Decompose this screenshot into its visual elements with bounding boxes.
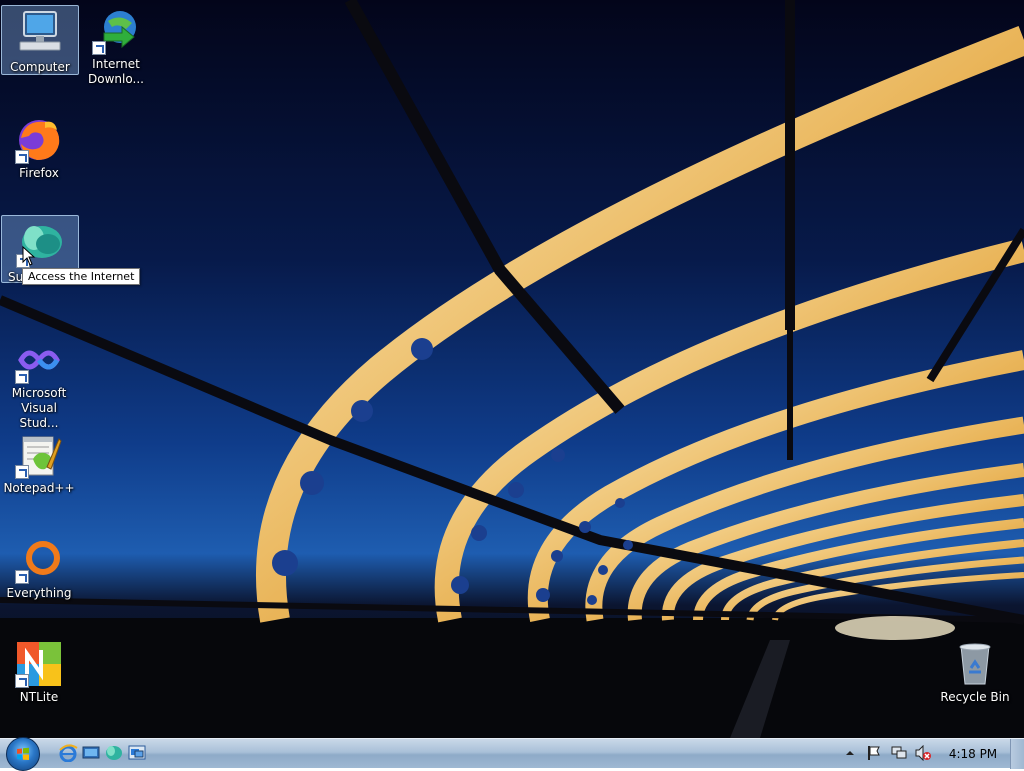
shortcut-arrow-icon — [15, 674, 29, 688]
desktop-icon-label: Computer — [10, 60, 70, 74]
internet-explorer-icon[interactable] — [58, 744, 78, 762]
shortcut-arrow-icon — [15, 465, 29, 479]
desktop-icon-computer[interactable]: Computer — [1, 5, 79, 75]
switch-windows-icon[interactable] — [127, 744, 147, 762]
desktop-icon-everything[interactable]: Everything — [0, 530, 78, 601]
start-button[interactable] — [6, 737, 40, 771]
action-center-flag-icon[interactable] — [866, 745, 882, 761]
shortcut-arrow-icon — [15, 370, 29, 384]
shortcut-arrow-icon — [92, 41, 106, 55]
shortcut-arrow-icon — [15, 150, 29, 164]
desktop-icon-visual-studio[interactable]: Microsoft Visual Stud... — [0, 330, 78, 431]
wallpaper — [0, 0, 1024, 738]
taskbar-clock[interactable]: 4:18 PM — [942, 747, 1004, 761]
mouse-cursor-icon — [22, 246, 36, 266]
desktop-icon-label: Firefox — [19, 166, 59, 180]
windows-logo-icon — [17, 747, 29, 760]
volume-muted-icon[interactable] — [914, 745, 932, 761]
network-icon[interactable] — [890, 745, 908, 761]
desktop-icon-label: Everything — [6, 586, 72, 600]
visual-studio-icon — [15, 336, 63, 384]
desktop-icon-notepad-plus-plus[interactable]: Notepad++ — [0, 425, 78, 496]
show-hidden-icons-chevron-icon[interactable] — [846, 749, 854, 757]
show-desktop-button[interactable] — [1010, 739, 1024, 769]
notepad-plus-plus-icon — [15, 431, 63, 479]
everything-search-icon — [15, 536, 63, 584]
desktop-icon-firefox[interactable]: Firefox — [0, 110, 78, 181]
browser-quick-launch-icon[interactable] — [104, 744, 124, 762]
firefox-icon — [15, 116, 63, 164]
desktop-icon-label: Internet Downlo... — [88, 57, 144, 86]
taskbar: 4:18 PM — [0, 737, 1024, 771]
ntlite-icon — [15, 640, 63, 688]
desktop[interactable]: Computer Internet Downlo... Firefox Su M… — [0, 0, 1024, 738]
desktop-icon-internet-download-manager[interactable]: Internet Downlo... — [77, 5, 155, 87]
desktop-icon-ntlite[interactable]: NTLite — [0, 634, 78, 705]
desktop-icon-recycle-bin[interactable]: Recycle Bin — [936, 634, 1014, 705]
desktop-icon-label: Recycle Bin — [940, 690, 1010, 704]
internet-download-manager-icon — [92, 7, 140, 55]
show-desktop-quick-icon[interactable] — [81, 744, 101, 762]
tooltip: Access the Internet — [22, 268, 141, 285]
desktop-icon-label: Notepad++ — [3, 481, 75, 495]
computer-icon — [16, 10, 64, 58]
shortcut-arrow-icon — [15, 570, 29, 584]
desktop-icon-label: NTLite — [19, 690, 59, 704]
recycle-bin-icon — [951, 640, 999, 688]
